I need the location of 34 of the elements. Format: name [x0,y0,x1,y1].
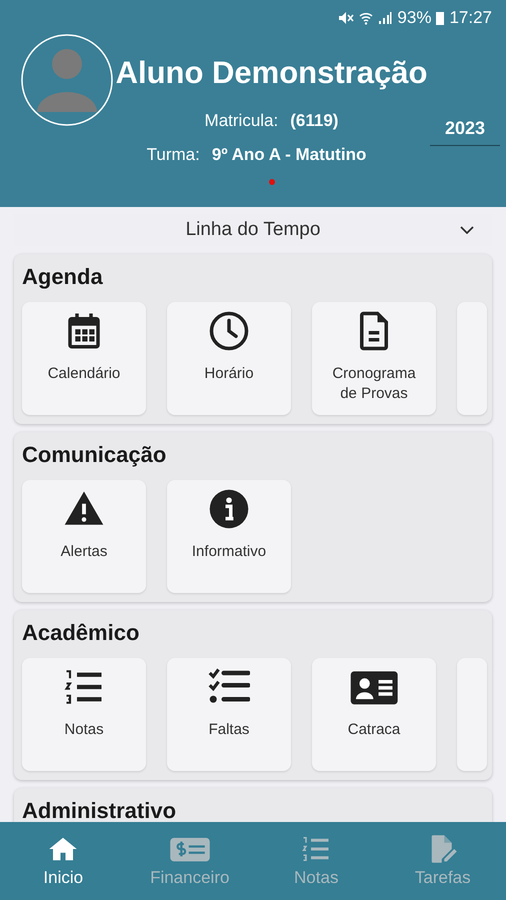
clock-icon [208,310,250,352]
battery-percent: 93% [397,8,432,28]
menu-tile[interactable]: Alertas [22,480,146,593]
nav-tab[interactable]: Inicio [0,822,126,900]
year-selector[interactable]: 2023 [430,114,500,146]
mute-icon [338,11,354,25]
section-title: Comunicação [22,442,168,468]
section-title: Acadêmico [22,620,140,646]
avatar-icon [21,34,113,126]
partial-tile[interactable] [457,302,487,415]
clock-time: 17:27 [449,8,492,28]
timeline-label: Linha do Tempo [186,219,320,241]
enrollment-label: Matricula: [204,111,278,131]
info-icon [208,488,250,530]
signal-icon [378,11,392,25]
page-indicator-dot [268,179,274,185]
battery-icon [436,11,444,25]
menu-tile[interactable]: Calendário [22,302,146,415]
student-name: Aluno Demonstração [116,55,428,91]
numbered-list-icon [301,834,332,864]
class-name: 9º Ano A - Matutino [212,145,366,165]
menu-tile[interactable]: Faltas [167,658,291,771]
menu-tile[interactable]: Notas [22,658,146,771]
partial-tile[interactable] [457,658,487,771]
section-title: Administrativo [22,798,178,824]
menu-tile[interactable]: Cronograma de Provas [312,302,436,415]
class-label: Turma: [146,145,200,165]
menu-tile[interactable]: Horário [167,302,291,415]
menu-tile[interactable]: Catraca [312,658,436,771]
section-title: Agenda [22,264,104,290]
chevron-down-icon [460,226,474,234]
enrollment-number: (6119) [290,111,338,131]
menu-tile[interactable]: Informativo [167,480,291,593]
wifi-icon [359,11,374,25]
